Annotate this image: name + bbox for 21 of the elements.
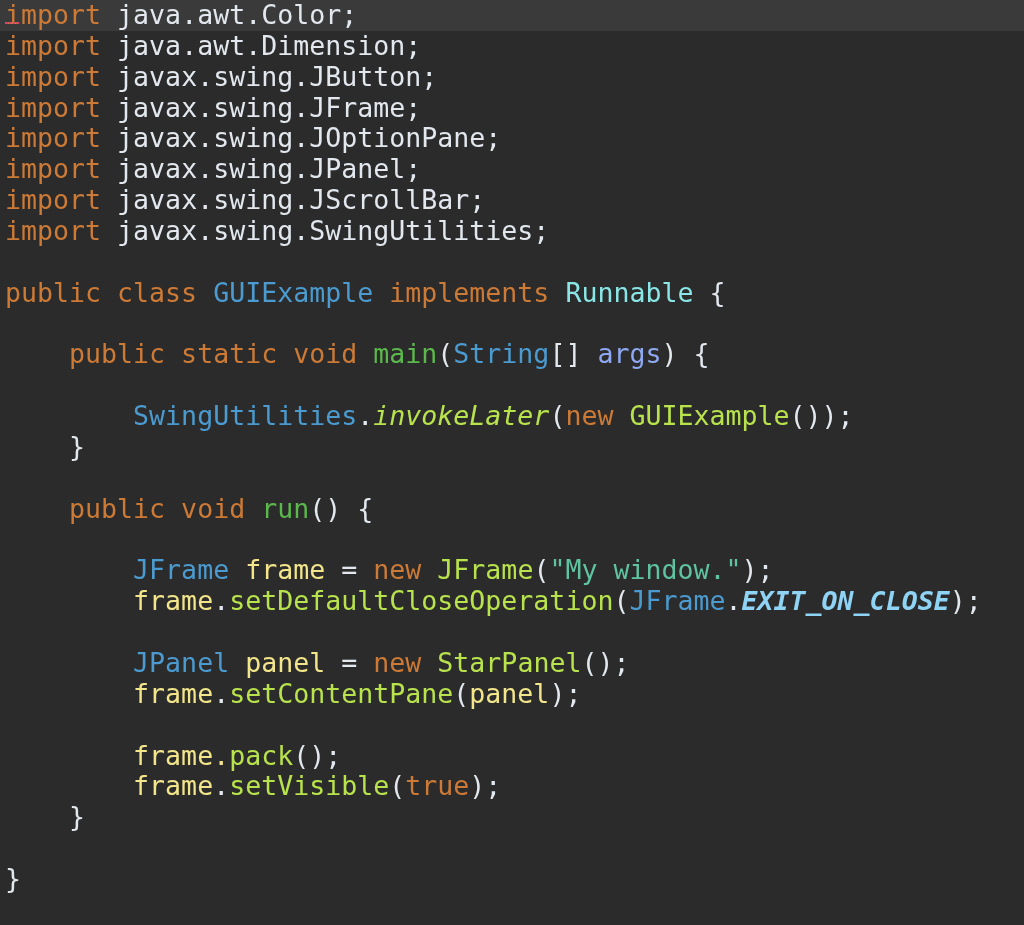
code-line: import javax.swing.JPanel; xyxy=(5,153,422,185)
code-line: } xyxy=(68,431,86,463)
code-line: frame.setContentPane(panel); xyxy=(132,677,582,709)
code-line: import javax.swing.JButton; xyxy=(5,60,438,92)
code-line: public static void main(String[] args) { xyxy=(68,338,710,370)
code-line: import javax.swing.JFrame; xyxy=(5,91,422,123)
code-line: import java.awt.Color; xyxy=(5,0,358,30)
code-line: } xyxy=(5,863,21,895)
code-line: frame.setDefaultCloseOperation(JFrame.EXIT_ON_CLOSE); xyxy=(132,585,982,617)
code-line: frame.setVisible(true); xyxy=(132,770,502,802)
code-line: import javax.swing.JScrollBar; xyxy=(5,184,486,216)
code-line: public class GUIExample implements Runnable { xyxy=(5,276,726,308)
code-line: JPanel panel = new StarPanel(); xyxy=(132,647,630,679)
code-line: } xyxy=(68,801,86,833)
code-line: public void run() { xyxy=(68,492,374,524)
code-line: JFrame frame = new JFrame("My window."); xyxy=(132,554,774,586)
code-line: import javax.swing.JOptionPane; xyxy=(5,122,502,154)
code-line: import java.awt.Dimension; xyxy=(5,29,422,61)
code-line: import javax.swing.SwingUtilities; xyxy=(5,215,550,246)
code-line: frame.pack(); xyxy=(132,739,342,771)
code-line: SwingUtilities.invokeLater(new GUIExample()); xyxy=(132,400,854,432)
